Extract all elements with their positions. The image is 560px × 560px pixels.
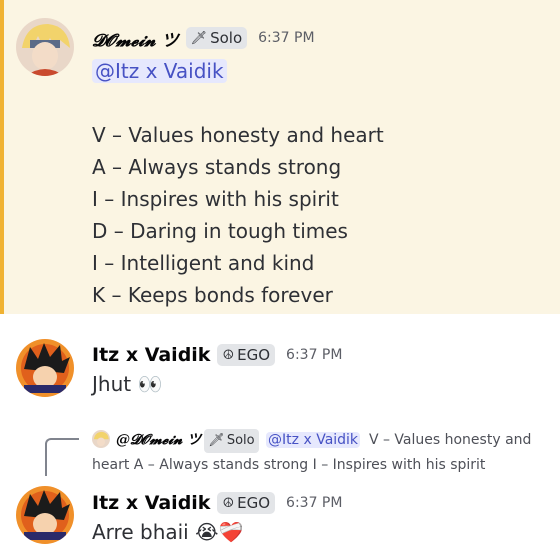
user-mention[interactable]: @Itz x Vaidik xyxy=(92,59,227,83)
message-header: Itz x Vaidik ☮ EGO 6:37 PM xyxy=(92,342,342,368)
role-tag[interactable]: 🗡 Solo xyxy=(185,27,248,49)
reply-username[interactable]: @𝓓𝓞𝓶𝓮𝓲𝓷 ツ xyxy=(116,432,201,448)
username[interactable]: 𝓓𝓞𝓶𝓮𝓲𝓷 ツ xyxy=(92,26,179,51)
message-line: D – Daring in tough times xyxy=(92,219,348,243)
message-content: Arre bhaii 😭❤️‍🩹 xyxy=(92,520,244,544)
peace-icon: ☮ xyxy=(222,347,235,363)
sword-icon: 🗡 xyxy=(208,433,225,448)
role-tag-label: EGO xyxy=(237,346,271,364)
avatar[interactable] xyxy=(16,486,74,544)
reply-connector xyxy=(45,438,79,476)
role-tag: 🗡 Solo xyxy=(204,429,259,453)
message-line: I – Inspires with his spirit xyxy=(92,187,339,211)
message-line: I – Intelligent and kind xyxy=(92,251,315,275)
message-header: 𝓓𝓞𝓶𝓮𝓲𝓷 ツ 🗡 Solo 6:37 PM xyxy=(92,25,315,51)
peace-icon: ☮ xyxy=(222,495,235,511)
user-mention[interactable]: @Itz x Vaidik xyxy=(266,432,361,448)
username[interactable]: Itz x Vaidik xyxy=(92,344,210,366)
timestamp[interactable]: 6:37 PM xyxy=(286,347,342,363)
role-tag-label: Solo xyxy=(210,29,243,47)
avatar[interactable] xyxy=(16,18,74,76)
role-tag[interactable]: ☮ EGO xyxy=(217,492,276,514)
message-content: @Itz x Vaidik V – Values honesty and hea… xyxy=(92,55,384,311)
username[interactable]: Itz x Vaidik xyxy=(92,492,210,514)
avatar xyxy=(92,430,110,448)
message-line: V – Values honesty and heart xyxy=(92,123,384,147)
message-header: Itz x Vaidik ☮ EGO 6:37 PM xyxy=(92,490,342,516)
role-tag-label: EGO xyxy=(237,494,271,512)
reply-preview[interactable]: @𝓓𝓞𝓶𝓮𝓲𝓷 ツ 🗡 Solo @Itz x Vaidik V – Values … xyxy=(92,428,552,477)
role-tag[interactable]: ☮ EGO xyxy=(217,344,276,366)
message-line: A – Always stands strong xyxy=(92,155,342,179)
sword-icon: 🗡 xyxy=(190,30,208,46)
role-tag-label: Solo xyxy=(226,433,255,448)
message-content: Jhut 👀 xyxy=(92,372,163,396)
timestamp[interactable]: 6:37 PM xyxy=(286,495,342,511)
avatar[interactable] xyxy=(16,339,74,397)
message-line: K – Keeps bonds forever xyxy=(92,283,333,307)
timestamp[interactable]: 6:37 PM xyxy=(258,30,314,46)
